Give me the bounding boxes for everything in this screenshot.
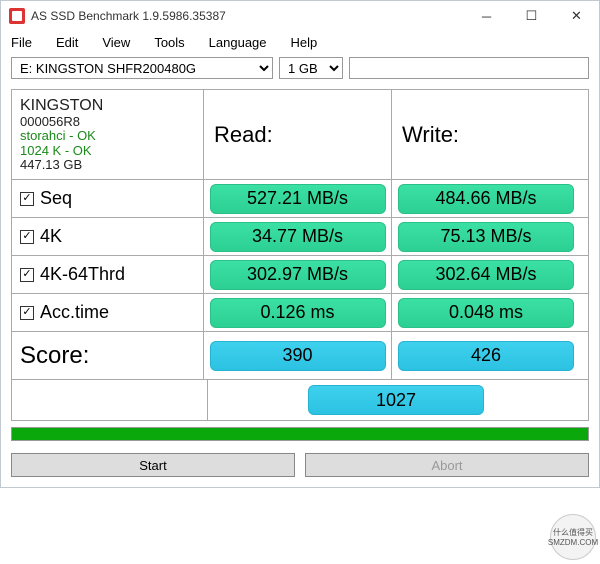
capacity: 447.13 GB (20, 158, 82, 172)
4k64-read-value: 302.97 MB/s (210, 260, 386, 290)
menubar: File Edit View Tools Language Help (1, 31, 599, 53)
drive-select[interactable]: E: KINGSTON SHFR200480G (11, 57, 273, 79)
4k-read-value: 34.77 MB/s (210, 222, 386, 252)
total-spacer (16, 380, 208, 420)
4k64-checkbox[interactable]: ✓ (20, 268, 34, 282)
menu-language[interactable]: Language (209, 35, 267, 50)
product-name: KINGSTON (20, 97, 103, 115)
acc-label: Acc.time (40, 302, 109, 323)
size-select[interactable]: 1 GB (279, 57, 343, 79)
acc-checkbox[interactable]: ✓ (20, 306, 34, 320)
seq-label: Seq (40, 188, 72, 209)
seq-checkbox[interactable]: ✓ (20, 192, 34, 206)
seq-read-value: 527.21 MB/s (210, 184, 386, 214)
close-button[interactable]: ✕ (554, 1, 599, 31)
progress-area: - - - - - (11, 427, 589, 441)
driver-status: storahci - OK (20, 129, 96, 143)
read-header: Read: (204, 90, 392, 179)
4k-write-value: 75.13 MB/s (398, 222, 574, 252)
write-header: Write: (392, 90, 580, 179)
watermark-badge: 什么值得买 SMZDM.COM (550, 514, 596, 560)
menu-file[interactable]: File (11, 35, 32, 50)
score-label: Score: (20, 342, 89, 370)
progress-fill (12, 428, 588, 440)
seq-write-value: 484.66 MB/s (398, 184, 574, 214)
app-icon (9, 8, 25, 24)
abort-button: Abort (305, 453, 589, 477)
menu-view[interactable]: View (102, 35, 130, 50)
score-total-value: 1027 (308, 385, 484, 415)
acc-write-value: 0.048 ms (398, 298, 574, 328)
titlebar: AS SSD Benchmark 1.9.5986.35387 ─ ☐ ✕ (1, 1, 599, 31)
menu-edit[interactable]: Edit (56, 35, 78, 50)
drive-info: KINGSTON 000056R8 storahci - OK 1024 K -… (12, 90, 204, 179)
minimize-button[interactable]: ─ (464, 1, 509, 31)
start-button[interactable]: Start (11, 453, 295, 477)
maximize-button[interactable]: ☐ (509, 1, 554, 31)
4k-checkbox[interactable]: ✓ (20, 230, 34, 244)
toolbar: E: KINGSTON SHFR200480G 1 GB (1, 53, 599, 83)
score-write-value: 426 (398, 341, 574, 371)
progress-bar (11, 427, 589, 441)
4k-label: 4K (40, 226, 62, 247)
menu-help[interactable]: Help (291, 35, 318, 50)
4k64-label: 4K-64Thrd (40, 264, 125, 285)
search-input[interactable] (349, 57, 589, 79)
results-panel: KINGSTON 000056R8 storahci - OK 1024 K -… (11, 89, 589, 421)
menu-tools[interactable]: Tools (154, 35, 184, 50)
alignment-status: 1024 K - OK (20, 144, 92, 158)
acc-read-value: 0.126 ms (210, 298, 386, 328)
firmware-version: 000056R8 (20, 115, 80, 129)
window-title: AS SSD Benchmark 1.9.5986.35387 (31, 9, 464, 23)
4k64-write-value: 302.64 MB/s (398, 260, 574, 290)
score-read-value: 390 (210, 341, 386, 371)
